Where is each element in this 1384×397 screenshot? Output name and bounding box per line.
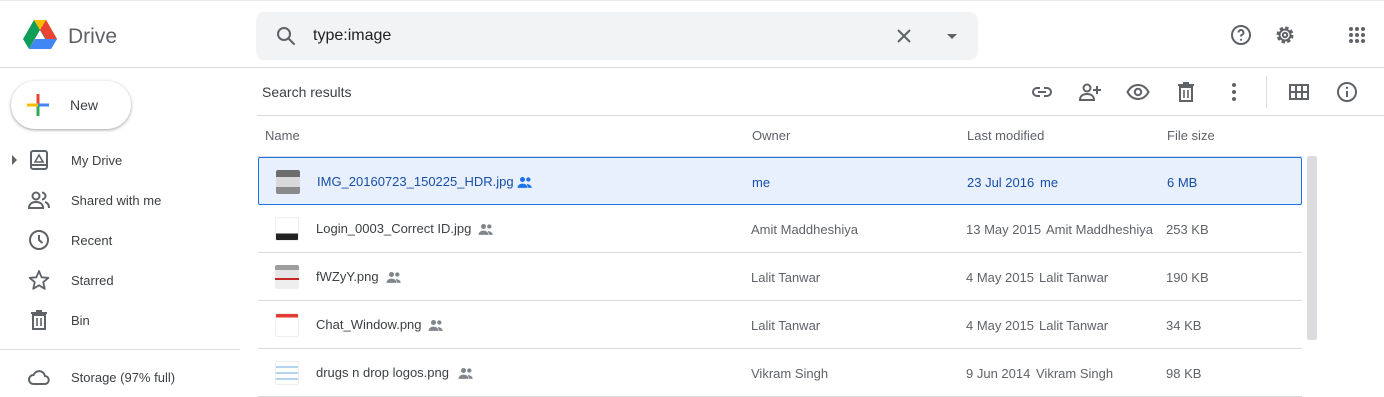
sidebar-item-label: Shared with me bbox=[71, 193, 162, 208]
sidebar-item-label: My Drive bbox=[71, 153, 123, 168]
settings-gear-icon[interactable] bbox=[1273, 23, 1297, 47]
search-options-icon[interactable] bbox=[940, 24, 964, 48]
search-icon[interactable] bbox=[274, 24, 298, 48]
shared-people-icon bbox=[428, 320, 443, 331]
file-name: Chat_Window.png bbox=[316, 317, 422, 332]
help-icon[interactable] bbox=[1229, 23, 1253, 47]
sidebar-item-bin[interactable]: Bin bbox=[0, 304, 240, 336]
file-thumbnail bbox=[275, 313, 299, 337]
sidebar-item-starred[interactable]: Starred bbox=[0, 264, 240, 296]
star-icon bbox=[28, 270, 50, 290]
info-icon[interactable] bbox=[1335, 80, 1359, 104]
file-modified-by: Lalit Tanwar bbox=[1039, 270, 1109, 285]
drive-logo-icon[interactable] bbox=[22, 17, 58, 53]
file-size: 34 KB bbox=[1166, 318, 1202, 333]
more-actions-icon[interactable] bbox=[1222, 80, 1246, 104]
shared-people-icon bbox=[517, 177, 532, 188]
plus-icon bbox=[27, 94, 49, 116]
my-drive-icon bbox=[30, 150, 48, 170]
file-owner: Lalit Tanwar bbox=[751, 270, 821, 285]
sidebar-item-label: Starred bbox=[71, 273, 114, 288]
file-modified-date: 13 May 2015 bbox=[966, 222, 1042, 237]
file-size: 190 KB bbox=[1166, 270, 1209, 285]
expand-caret-icon[interactable] bbox=[12, 155, 17, 165]
new-button-label: New bbox=[70, 97, 99, 113]
file-modified-by: Lalit Tanwar bbox=[1039, 318, 1109, 333]
top-bar: Drive type:image bbox=[0, 0, 1384, 68]
file-name: drugs n drop logos.png bbox=[316, 365, 449, 380]
file-size: 98 KB bbox=[1166, 366, 1202, 381]
scrollbar-thumb[interactable] bbox=[1307, 156, 1317, 340]
get-link-icon[interactable] bbox=[1030, 80, 1054, 104]
toolbar-divider bbox=[1266, 76, 1267, 108]
trash-icon bbox=[31, 310, 47, 330]
file-modified-by: me bbox=[1040, 175, 1059, 190]
file-size: 6 MB bbox=[1167, 175, 1198, 190]
cloud-icon bbox=[28, 370, 50, 385]
file-row[interactable]: drugs n drop logos.png Vikram Singh 9 Ju… bbox=[258, 349, 1302, 397]
file-modified-date: 23 Jul 2016 bbox=[967, 175, 1035, 190]
file-modified-date: 9 Jun 2014 bbox=[966, 366, 1031, 381]
sidebar-item-storage[interactable]: Storage (97% full) bbox=[0, 361, 240, 393]
column-header-last-modified[interactable]: Last modified bbox=[967, 128, 1044, 143]
file-modified-date: 4 May 2015 bbox=[966, 270, 1034, 285]
storage-label: Storage (97% full) bbox=[71, 370, 176, 385]
sidebar-item-my-drive[interactable]: My Drive bbox=[0, 144, 240, 176]
file-row[interactable]: IMG_20160723_150225_HDR.jpg me 23 Jul 20… bbox=[258, 157, 1302, 205]
file-thumbnail bbox=[275, 265, 299, 289]
file-name: fWZyY.png bbox=[316, 269, 379, 284]
sidebar-item-label: Bin bbox=[71, 313, 90, 328]
remove-trash-icon[interactable] bbox=[1174, 80, 1198, 104]
file-modified-by: Vikram Singh bbox=[1036, 366, 1114, 381]
clock-icon bbox=[29, 230, 49, 250]
shared-icon bbox=[27, 191, 50, 209]
file-owner: Vikram Singh bbox=[751, 366, 829, 381]
sidebar-item-label: Recent bbox=[71, 233, 113, 248]
file-row[interactable]: Chat_Window.png Lalit Tanwar 4 May 2015 … bbox=[258, 301, 1302, 349]
search-bar[interactable]: type:image bbox=[256, 12, 978, 60]
shared-people-icon bbox=[478, 224, 493, 235]
file-modified-by: Amit Maddheshiya bbox=[1046, 222, 1153, 237]
column-header-owner: Owner bbox=[752, 128, 791, 143]
apps-grid-icon[interactable] bbox=[1345, 23, 1369, 47]
file-owner: Lalit Tanwar bbox=[751, 318, 821, 333]
file-name: Login_0003_Correct ID.jpg bbox=[316, 221, 472, 236]
sidebar-item-recent[interactable]: Recent bbox=[0, 224, 240, 256]
toolbar-bottom-divider bbox=[257, 115, 1384, 116]
file-thumbnail bbox=[275, 217, 299, 241]
grid-view-icon[interactable] bbox=[1287, 80, 1311, 104]
column-header-file-size[interactable]: File size bbox=[1167, 128, 1215, 143]
file-owner: Amit Maddheshiya bbox=[751, 222, 858, 237]
app-name[interactable]: Drive bbox=[68, 25, 117, 49]
file-owner: me bbox=[752, 175, 771, 190]
clear-search-icon[interactable] bbox=[892, 24, 916, 48]
file-thumbnail bbox=[275, 361, 299, 385]
file-size: 253 KB bbox=[1166, 222, 1209, 237]
sidebar-divider bbox=[0, 349, 240, 350]
shared-people-icon bbox=[386, 272, 401, 283]
sidebar-item-shared-with-me[interactable]: Shared with me bbox=[0, 184, 240, 216]
page-title: Search results bbox=[262, 84, 352, 100]
file-name: IMG_20160723_150225_HDR.jpg bbox=[317, 174, 514, 189]
file-modified-date: 4 May 2015 bbox=[966, 318, 1034, 333]
search-input[interactable]: type:image bbox=[313, 27, 391, 45]
column-header-name[interactable]: Name bbox=[265, 128, 300, 143]
new-button[interactable]: New bbox=[11, 81, 131, 129]
share-add-person-icon[interactable] bbox=[1078, 80, 1102, 104]
file-row[interactable]: fWZyY.png Lalit Tanwar 4 May 2015 Lalit … bbox=[258, 253, 1302, 301]
file-thumbnail bbox=[276, 170, 300, 194]
preview-eye-icon[interactable] bbox=[1126, 80, 1150, 104]
shared-people-icon bbox=[458, 368, 473, 379]
file-row[interactable]: Login_0003_Correct ID.jpg Amit Maddheshi… bbox=[258, 205, 1302, 253]
